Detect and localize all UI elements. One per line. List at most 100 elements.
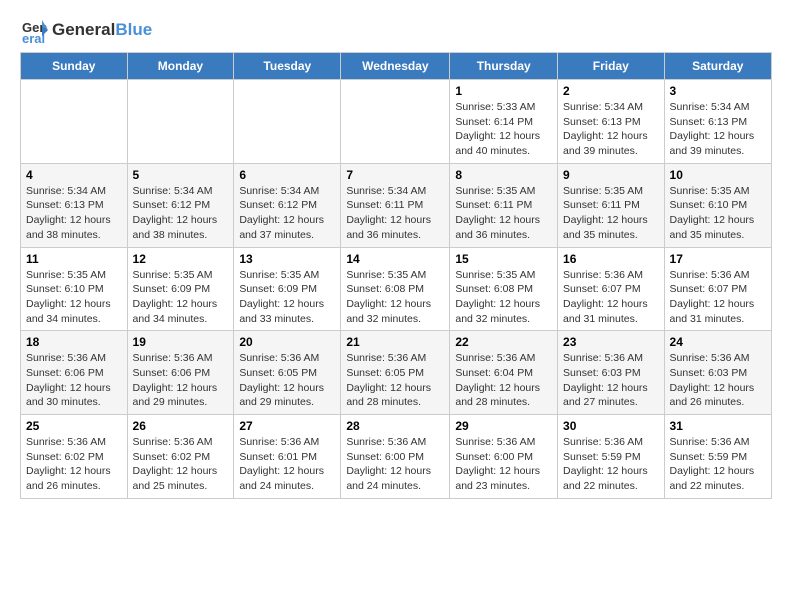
calendar-cell: 28 Sunrise: 5:36 AM Sunset: 6:00 PM Dayli…	[341, 415, 450, 499]
day-info: Sunrise: 5:36 AM Sunset: 6:07 PM Dayligh…	[670, 268, 766, 327]
day-number: 7	[346, 168, 444, 182]
day-info: Sunrise: 5:36 AM Sunset: 6:05 PM Dayligh…	[346, 351, 444, 410]
calendar-week-row: 1 Sunrise: 5:33 AM Sunset: 6:14 PM Daylig…	[21, 80, 772, 164]
day-info: Sunrise: 5:34 AM Sunset: 6:12 PM Dayligh…	[239, 184, 335, 243]
day-number: 17	[670, 252, 766, 266]
day-number: 28	[346, 419, 444, 433]
day-number: 27	[239, 419, 335, 433]
day-info: Sunrise: 5:35 AM Sunset: 6:11 PM Dayligh…	[563, 184, 659, 243]
day-number: 26	[133, 419, 229, 433]
day-info: Sunrise: 5:36 AM Sunset: 6:02 PM Dayligh…	[133, 435, 229, 494]
calendar-cell: 24 Sunrise: 5:36 AM Sunset: 6:03 PM Dayli…	[664, 331, 771, 415]
calendar-week-row: 18 Sunrise: 5:36 AM Sunset: 6:06 PM Dayli…	[21, 331, 772, 415]
day-info: Sunrise: 5:36 AM Sunset: 6:03 PM Dayligh…	[670, 351, 766, 410]
day-number: 5	[133, 168, 229, 182]
day-number: 29	[455, 419, 552, 433]
day-number: 8	[455, 168, 552, 182]
logo: Gen eral GeneralBlue	[20, 16, 152, 44]
calendar-cell: 11 Sunrise: 5:35 AM Sunset: 6:10 PM Dayli…	[21, 247, 128, 331]
day-info: Sunrise: 5:35 AM Sunset: 6:08 PM Dayligh…	[346, 268, 444, 327]
day-info: Sunrise: 5:33 AM Sunset: 6:14 PM Dayligh…	[455, 100, 552, 159]
logo-general-text: GeneralBlue	[52, 20, 152, 40]
calendar-cell	[21, 80, 128, 164]
calendar-cell: 10Sunrise: 5:35 AM Sunset: 6:10 PM Dayli…	[664, 163, 771, 247]
calendar-week-row: 11 Sunrise: 5:35 AM Sunset: 6:10 PM Dayli…	[21, 247, 772, 331]
day-info: Sunrise: 5:36 AM Sunset: 6:05 PM Dayligh…	[239, 351, 335, 410]
calendar-cell: 20 Sunrise: 5:36 AM Sunset: 6:05 PM Dayli…	[234, 331, 341, 415]
day-info: Sunrise: 5:35 AM Sunset: 6:10 PM Dayligh…	[26, 268, 122, 327]
calendar-cell: 27 Sunrise: 5:36 AM Sunset: 6:01 PM Dayli…	[234, 415, 341, 499]
weekday-header-friday: Friday	[558, 53, 665, 80]
day-number: 19	[133, 335, 229, 349]
day-number: 30	[563, 419, 659, 433]
calendar-cell: 17 Sunrise: 5:36 AM Sunset: 6:07 PM Dayli…	[664, 247, 771, 331]
day-number: 2	[563, 84, 659, 98]
day-number: 21	[346, 335, 444, 349]
day-number: 12	[133, 252, 229, 266]
day-number: 10	[670, 168, 766, 182]
day-number: 20	[239, 335, 335, 349]
day-info: Sunrise: 5:36 AM Sunset: 5:59 PM Dayligh…	[670, 435, 766, 494]
calendar-cell	[234, 80, 341, 164]
day-info: Sunrise: 5:34 AM Sunset: 6:13 PM Dayligh…	[670, 100, 766, 159]
day-number: 18	[26, 335, 122, 349]
weekday-header-monday: Monday	[127, 53, 234, 80]
day-info: Sunrise: 5:36 AM Sunset: 6:06 PM Dayligh…	[26, 351, 122, 410]
svg-text:eral: eral	[22, 31, 45, 44]
calendar-cell	[127, 80, 234, 164]
day-number: 13	[239, 252, 335, 266]
day-number: 9	[563, 168, 659, 182]
day-info: Sunrise: 5:36 AM Sunset: 5:59 PM Dayligh…	[563, 435, 659, 494]
day-info: Sunrise: 5:34 AM Sunset: 6:11 PM Dayligh…	[346, 184, 444, 243]
calendar-cell: 22Sunrise: 5:36 AM Sunset: 6:04 PM Dayli…	[450, 331, 558, 415]
day-info: Sunrise: 5:36 AM Sunset: 6:06 PM Dayligh…	[133, 351, 229, 410]
weekday-header-row: SundayMondayTuesdayWednesdayThursdayFrid…	[21, 53, 772, 80]
day-info: Sunrise: 5:34 AM Sunset: 6:13 PM Dayligh…	[26, 184, 122, 243]
day-number: 14	[346, 252, 444, 266]
day-number: 11	[26, 252, 122, 266]
calendar-cell: 2 Sunrise: 5:34 AM Sunset: 6:13 PM Daylig…	[558, 80, 665, 164]
weekday-header-sunday: Sunday	[21, 53, 128, 80]
day-info: Sunrise: 5:35 AM Sunset: 6:09 PM Dayligh…	[133, 268, 229, 327]
calendar-cell: 16Sunrise: 5:36 AM Sunset: 6:07 PM Dayli…	[558, 247, 665, 331]
calendar-cell: 18 Sunrise: 5:36 AM Sunset: 6:06 PM Dayli…	[21, 331, 128, 415]
day-info: Sunrise: 5:34 AM Sunset: 6:13 PM Dayligh…	[563, 100, 659, 159]
calendar-cell: 30 Sunrise: 5:36 AM Sunset: 5:59 PM Dayli…	[558, 415, 665, 499]
calendar-cell: 21 Sunrise: 5:36 AM Sunset: 6:05 PM Dayli…	[341, 331, 450, 415]
calendar-cell: 4Sunrise: 5:34 AM Sunset: 6:13 PM Daylig…	[21, 163, 128, 247]
day-info: Sunrise: 5:36 AM Sunset: 6:00 PM Dayligh…	[346, 435, 444, 494]
calendar-cell: 31 Sunrise: 5:36 AM Sunset: 5:59 PM Dayli…	[664, 415, 771, 499]
day-number: 15	[455, 252, 552, 266]
weekday-header-wednesday: Wednesday	[341, 53, 450, 80]
weekday-header-saturday: Saturday	[664, 53, 771, 80]
day-info: Sunrise: 5:36 AM Sunset: 6:03 PM Dayligh…	[563, 351, 659, 410]
day-info: Sunrise: 5:36 AM Sunset: 6:01 PM Dayligh…	[239, 435, 335, 494]
calendar-cell: 7 Sunrise: 5:34 AM Sunset: 6:11 PM Daylig…	[341, 163, 450, 247]
day-number: 6	[239, 168, 335, 182]
calendar-cell: 23 Sunrise: 5:36 AM Sunset: 6:03 PM Dayli…	[558, 331, 665, 415]
calendar-cell: 8 Sunrise: 5:35 AM Sunset: 6:11 PM Daylig…	[450, 163, 558, 247]
day-info: Sunrise: 5:36 AM Sunset: 6:02 PM Dayligh…	[26, 435, 122, 494]
calendar-week-row: 25Sunrise: 5:36 AM Sunset: 6:02 PM Dayli…	[21, 415, 772, 499]
calendar-cell: 25Sunrise: 5:36 AM Sunset: 6:02 PM Dayli…	[21, 415, 128, 499]
calendar-cell: 13Sunrise: 5:35 AM Sunset: 6:09 PM Dayli…	[234, 247, 341, 331]
day-number: 24	[670, 335, 766, 349]
calendar-table: SundayMondayTuesdayWednesdayThursdayFrid…	[20, 52, 772, 499]
day-info: Sunrise: 5:36 AM Sunset: 6:04 PM Dayligh…	[455, 351, 552, 410]
day-number: 31	[670, 419, 766, 433]
weekday-header-thursday: Thursday	[450, 53, 558, 80]
day-info: Sunrise: 5:36 AM Sunset: 6:07 PM Dayligh…	[563, 268, 659, 327]
day-number: 1	[455, 84, 552, 98]
calendar-cell: 5 Sunrise: 5:34 AM Sunset: 6:12 PM Daylig…	[127, 163, 234, 247]
calendar-cell: 26 Sunrise: 5:36 AM Sunset: 6:02 PM Dayli…	[127, 415, 234, 499]
calendar-cell: 15Sunrise: 5:35 AM Sunset: 6:08 PM Dayli…	[450, 247, 558, 331]
calendar-cell	[341, 80, 450, 164]
page-header: Gen eral GeneralBlue	[20, 16, 772, 44]
calendar-cell: 19 Sunrise: 5:36 AM Sunset: 6:06 PM Dayli…	[127, 331, 234, 415]
day-number: 23	[563, 335, 659, 349]
day-info: Sunrise: 5:35 AM Sunset: 6:11 PM Dayligh…	[455, 184, 552, 243]
day-info: Sunrise: 5:34 AM Sunset: 6:12 PM Dayligh…	[133, 184, 229, 243]
day-info: Sunrise: 5:36 AM Sunset: 6:00 PM Dayligh…	[455, 435, 552, 494]
calendar-cell: 12 Sunrise: 5:35 AM Sunset: 6:09 PM Dayli…	[127, 247, 234, 331]
day-number: 3	[670, 84, 766, 98]
